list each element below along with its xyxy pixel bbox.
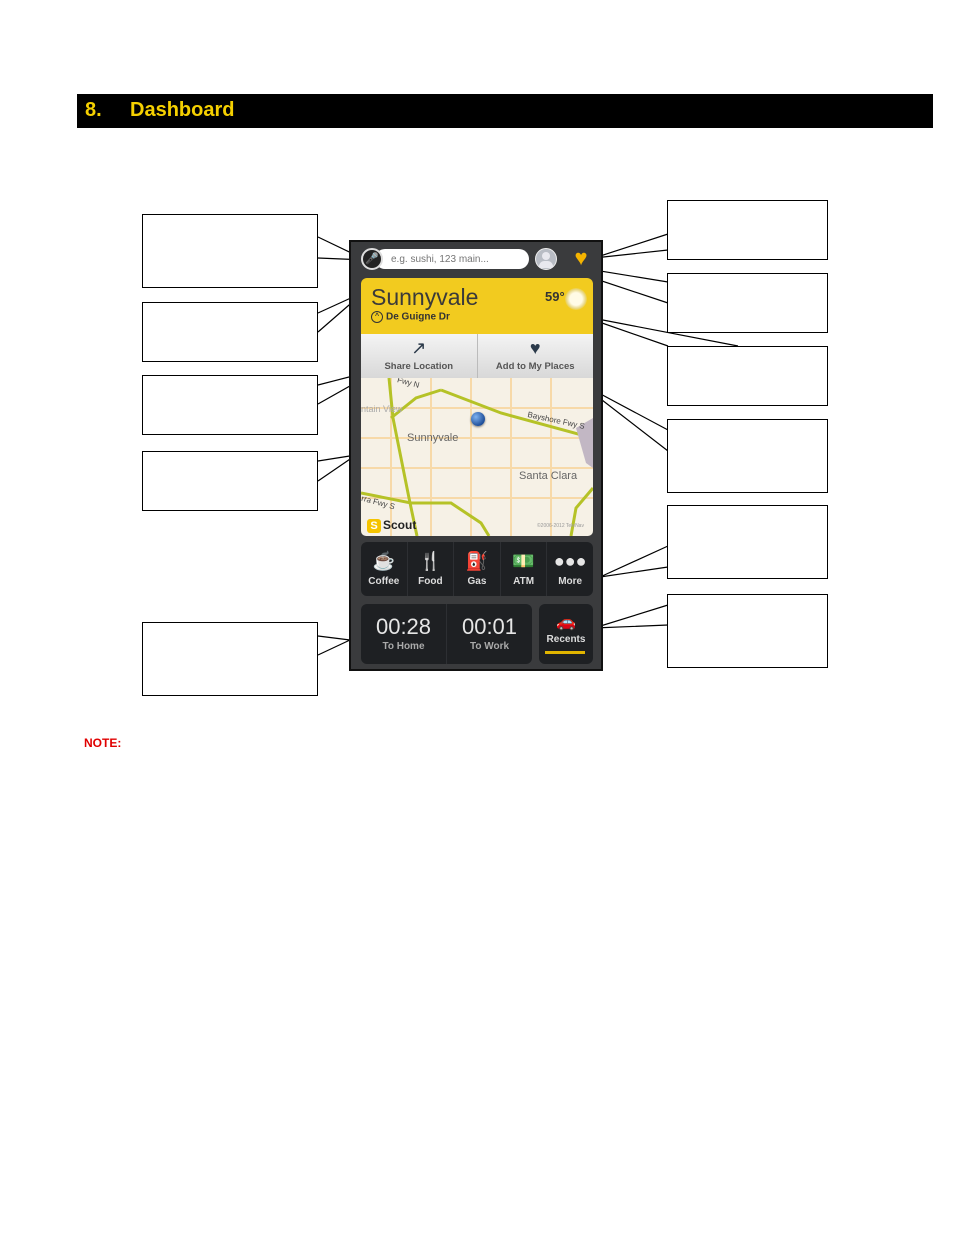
category-label: Food: [418, 576, 443, 587]
map-view[interactable]: Sunnyvale Santa Clara Bayshore Fwy S nta…: [361, 378, 593, 536]
search-input[interactable]: [375, 249, 529, 269]
category-coffee[interactable]: ☕ Coffee: [361, 542, 408, 596]
callout-share-location: [142, 375, 318, 435]
map-label-sunnyvale: Sunnyvale: [407, 432, 459, 444]
map-label-santa-clara: Santa Clara: [519, 470, 578, 482]
category-label: More: [558, 576, 583, 587]
callout-search: [142, 214, 318, 288]
car-icon: 🚗: [556, 614, 576, 631]
share-icon: ↗: [411, 338, 427, 358]
heart-icon: ♥: [529, 338, 541, 358]
action-row: ↗ Share Location ♥ Add to My Places: [361, 334, 593, 378]
category-food[interactable]: 🍴 Food: [408, 542, 455, 596]
callout-profile: [667, 273, 828, 333]
callout-map: [142, 451, 318, 511]
map-label-mountain-view: ntain View: [361, 404, 403, 414]
recents-label: Recents: [546, 634, 586, 645]
search-bar: 🎤: [361, 248, 529, 272]
callout-add-to-places: [667, 419, 828, 493]
scout-brand-label: Scout: [383, 518, 417, 532]
category-atm[interactable]: 💵 ATM: [501, 542, 548, 596]
add-to-my-places-button[interactable]: ♥ Add to My Places: [478, 334, 594, 378]
eta-panel: 00:28 To Home 00:01 To Work: [361, 604, 532, 664]
app-screenshot: 🎤 ♥ Sunnyvale ^De Guigne Dr 59° ↗ Share …: [349, 240, 603, 671]
microphone-icon[interactable]: 🎤: [361, 248, 383, 270]
coffee-icon: ☕: [372, 551, 395, 571]
eta-time: 00:01: [461, 614, 518, 639]
category-bar: ☕ Coffee 🍴 Food ⛽ Gas 💵 ATM ●●● More: [361, 542, 593, 596]
city-name: Sunnyvale: [371, 284, 479, 310]
share-location-label: Share Location: [384, 361, 454, 372]
add-to-my-places-label: Add to My Places: [495, 361, 575, 372]
callout-eta: [142, 622, 318, 696]
category-label: ATM: [513, 576, 535, 587]
map-copyright: ©2006-2012 TeleNav: [537, 523, 584, 529]
sun-icon: [565, 288, 587, 310]
category-label: Gas: [467, 576, 487, 587]
scout-logo-icon: S: [367, 519, 381, 533]
fork-knife-icon: 🍴: [419, 551, 442, 571]
callout-location: [142, 302, 318, 362]
callout-weather: [667, 346, 828, 406]
category-label: Coffee: [368, 576, 400, 587]
eta-home[interactable]: 00:28 To Home: [361, 604, 447, 664]
chevron-up-icon: ^: [371, 311, 383, 323]
callout-favorites: [667, 200, 828, 260]
callout-recents: [667, 594, 828, 668]
eta-label: To Work: [469, 641, 510, 652]
recents-active-indicator: [545, 651, 585, 654]
favorites-heart-icon[interactable]: ♥: [569, 247, 593, 269]
eta-label: To Home: [382, 641, 425, 652]
callout-categories: [667, 505, 828, 579]
atm-icon: 💵: [512, 551, 535, 571]
temperature: 59°: [545, 289, 565, 304]
section-header: 8. Dashboard: [77, 94, 933, 128]
current-location-pin[interactable]: [471, 412, 485, 426]
eta-time: 00:28: [375, 614, 432, 639]
category-more[interactable]: ●●● More: [547, 542, 593, 596]
eta-work[interactable]: 00:01 To Work: [447, 604, 532, 664]
more-icon: ●●●: [553, 551, 587, 571]
recents-button[interactable]: 🚗 Recents: [539, 604, 593, 664]
location-card[interactable]: Sunnyvale ^ De Guigne Dr 59°: [361, 278, 593, 334]
street-name: ^ De Guigne Dr: [371, 311, 450, 323]
map-roads: [361, 378, 593, 536]
scout-logo: S Scout: [367, 518, 416, 533]
section-title: Dashboard: [130, 99, 235, 121]
gas-pump-icon: ⛽: [465, 551, 489, 571]
note-label: NOTE:: [84, 736, 122, 750]
category-gas[interactable]: ⛽ Gas: [454, 542, 501, 596]
share-location-button[interactable]: ↗ Share Location: [361, 334, 478, 378]
street-label: De Guigne Dr: [386, 311, 450, 323]
section-number: 8.: [85, 99, 102, 121]
profile-icon[interactable]: [535, 248, 557, 270]
